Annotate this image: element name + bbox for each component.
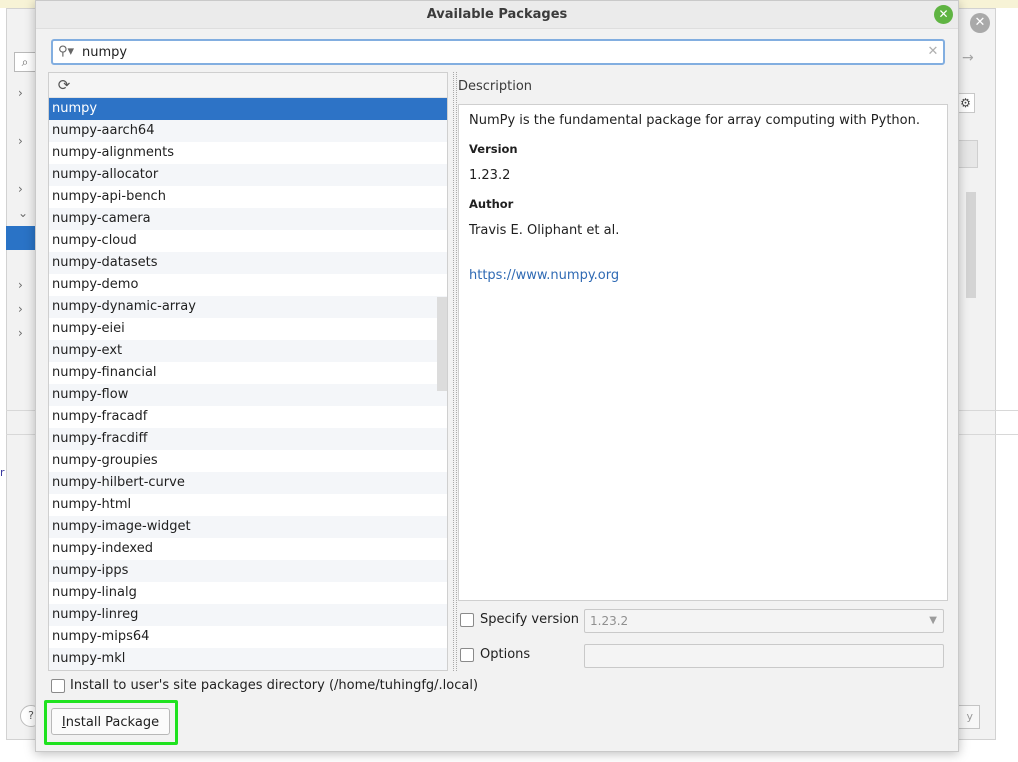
background-forward-arrow-icon[interactable]: →: [962, 50, 974, 66]
package-list-item[interactable]: numpy-cloud: [49, 230, 447, 252]
package-list-item[interactable]: numpy-allocator: [49, 164, 447, 186]
package-list[interactable]: numpy numpy-aarch64 numpy-alignments numpy-…: [49, 98, 447, 670]
package-list-item[interactable]: numpy-image-widget: [49, 516, 447, 538]
dialog-titlebar: Available Packages ✕: [36, 1, 958, 29]
refresh-icon[interactable]: ⟳: [55, 76, 73, 94]
description-label: Description: [458, 79, 533, 94]
search-icon[interactable]: ⚲▾: [58, 44, 80, 60]
background-search-icon[interactable]: ⌕: [14, 52, 36, 72]
background-chevron-right-icon[interactable]: ›: [18, 326, 23, 340]
chevron-down-icon[interactable]: ▼: [929, 610, 937, 632]
background-chevron-right-icon[interactable]: ›: [18, 86, 23, 100]
package-homepage-link[interactable]: https://www.numpy.org: [469, 268, 619, 283]
options-input[interactable]: [584, 644, 944, 668]
background-selected-row: [6, 226, 35, 250]
package-list-item[interactable]: numpy-linalg: [49, 582, 447, 604]
package-list-panel: ⟳ numpy numpy-aarch64 numpy-alignments nump…: [48, 72, 448, 671]
version-heading: Version: [469, 142, 518, 156]
background-chevron-down-icon[interactable]: ⌄: [18, 206, 28, 220]
package-list-item[interactable]: numpy-mips64: [49, 626, 447, 648]
dialog-title: Available Packages: [426, 7, 568, 22]
background-chevron-right-icon[interactable]: ›: [18, 182, 23, 196]
install-button-label: nstall Package: [65, 715, 160, 730]
site-packages-label: Install to user's site packages director…: [70, 678, 479, 693]
background-scrollbar[interactable]: [966, 192, 976, 298]
package-list-item[interactable]: numpy-demo: [49, 274, 447, 296]
package-list-item[interactable]: numpy-camera: [49, 208, 447, 230]
author-heading: Author: [469, 197, 514, 211]
package-list-item[interactable]: numpy-html: [49, 494, 447, 516]
package-list-item[interactable]: numpy-fracdiff: [49, 428, 447, 450]
install-package-button[interactable]: Install Package: [51, 708, 170, 735]
package-list-item[interactable]: numpy-ext: [49, 340, 447, 362]
package-list-item[interactable]: numpy-eiei: [49, 318, 447, 340]
options-label: Options: [480, 647, 531, 662]
site-packages-checkbox[interactable]: [51, 679, 65, 693]
package-list-item[interactable]: numpy: [49, 98, 447, 120]
clear-icon[interactable]: ✕: [925, 43, 941, 61]
background-chevron-right-icon[interactable]: ›: [18, 134, 23, 148]
install-button-highlight: Install Package: [44, 700, 178, 745]
background-chevron-right-icon[interactable]: ›: [18, 302, 23, 316]
package-list-item[interactable]: numpy-flow: [49, 384, 447, 406]
package-list-item[interactable]: numpy-alignments: [49, 142, 447, 164]
package-list-item[interactable]: numpy-linreg: [49, 604, 447, 626]
close-icon[interactable]: ✕: [934, 5, 953, 24]
package-list-item[interactable]: numpy-hilbert-curve: [49, 472, 447, 494]
package-list-item[interactable]: numpy-groupies: [49, 450, 447, 472]
background-close-icon[interactable]: ✕: [970, 13, 990, 33]
search-input[interactable]: [80, 42, 910, 62]
background-chevron-right-icon[interactable]: ›: [18, 278, 23, 292]
package-list-item[interactable]: numpy-fracadf: [49, 406, 447, 428]
available-packages-dialog: Available Packages ✕ ⚲▾ ✕ ⟳ numpynumpy-a…: [35, 0, 959, 752]
options-checkbox[interactable]: [460, 648, 474, 662]
description-panel: NumPy is the fundamental package for arr…: [458, 104, 948, 601]
version-select[interactable]: 1.23.2 ▼: [584, 609, 944, 633]
author-value: Travis E. Oliphant et al.: [469, 223, 620, 238]
package-list-item[interactable]: numpy-datasets: [49, 252, 447, 274]
background-text-fragment: r: [0, 466, 5, 479]
package-list-item[interactable]: numpy-ipps: [49, 560, 447, 582]
package-list-item[interactable]: numpy-aarch64: [49, 120, 447, 142]
package-list-item[interactable]: numpy-dynamic-array: [49, 296, 447, 318]
search-box[interactable]: ⚲▾ ✕: [51, 39, 945, 65]
package-list-item[interactable]: numpy-indexed: [49, 538, 447, 560]
specify-version-label: Specify version: [480, 612, 580, 627]
specify-version-checkbox[interactable]: [460, 613, 474, 627]
background-panel: [958, 140, 978, 168]
package-summary: NumPy is the fundamental package for arr…: [469, 113, 920, 128]
splitter-handle[interactable]: [453, 72, 457, 671]
package-list-toolbar: ⟳: [49, 73, 447, 98]
package-list-scrollbar[interactable]: [437, 297, 447, 391]
version-select-value: 1.23.2: [590, 614, 629, 628]
version-value: 1.23.2: [469, 168, 511, 183]
package-list-item[interactable]: numpy-financial: [49, 362, 447, 384]
package-list-item[interactable]: numpy-mkl: [49, 648, 447, 670]
package-list-item[interactable]: numpy-api-bench: [49, 186, 447, 208]
